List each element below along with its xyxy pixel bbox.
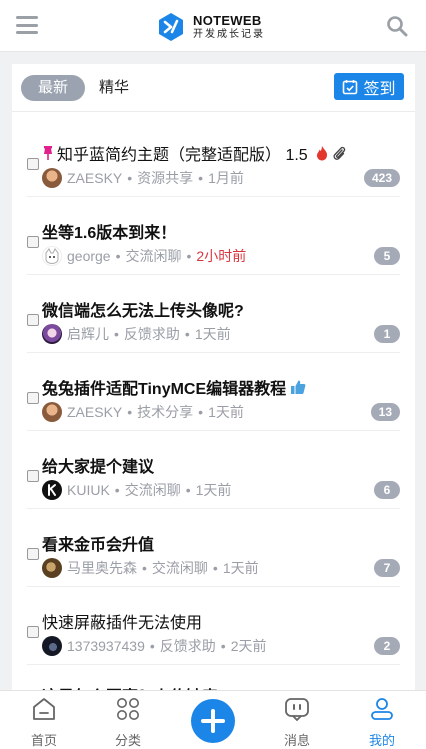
search-icon[interactable] <box>386 15 408 37</box>
topic-author[interactable]: 马里奥先森 <box>67 558 137 578</box>
topic-checkbox[interactable] <box>27 314 39 326</box>
topic-category[interactable]: 交流闲聊 <box>126 246 182 266</box>
topic-author[interactable]: 1373937439 <box>67 638 145 654</box>
topic-author[interactable]: ZAESKY <box>67 404 122 420</box>
topic-meta: 马里奥先森 • 交流闲聊 • 1天前 <box>42 558 259 578</box>
topic-title[interactable]: 微信端怎么无法上传头像呢? <box>42 297 244 321</box>
topic-title[interactable]: 知乎蓝简约主题（完整适配版） 1.5 <box>42 141 346 165</box>
avatar[interactable] <box>42 324 62 344</box>
topic-title[interactable]: 坐等1.6版本到来！ <box>42 219 176 243</box>
topic-checkbox[interactable] <box>27 470 39 482</box>
avatar[interactable] <box>42 480 62 500</box>
avatar[interactable] <box>42 636 62 656</box>
topic-checkbox[interactable] <box>27 626 39 638</box>
topic-author[interactable]: george <box>67 248 111 264</box>
topic-category[interactable]: 资源共享 <box>137 168 193 188</box>
topic-title[interactable]: 给大家提个建议 <box>42 453 154 477</box>
nav-messages[interactable]: 消息 <box>267 697 327 749</box>
avatar[interactable] <box>42 402 62 422</box>
reply-count-badge[interactable]: 2 <box>374 637 400 655</box>
topic-author[interactable]: 启辉儿 <box>67 324 109 344</box>
topic-item[interactable]: 知乎蓝简约主题（完整适配版） 1.5 ZAESKY • 资源共享 • 1月前 423 <box>27 119 400 197</box>
topic-title[interactable]: 快速屏蔽插件无法使用 <box>42 609 202 633</box>
avatar[interactable] <box>42 168 62 188</box>
topic-time: 1天前 <box>195 482 232 498</box>
topic-checkbox[interactable] <box>27 548 39 560</box>
tab-latest[interactable]: 最新 <box>21 75 85 101</box>
topic-meta: ZAESKY • 技术分享 • 1天前 <box>42 402 244 422</box>
topic-category[interactable]: 技术分享 <box>137 402 193 422</box>
pin-icon <box>44 146 52 160</box>
topic-list-card: 最新 精华 签到 知乎蓝简约主题（完整适配版） 1.5 ZAESKY • 资源共… <box>12 64 415 704</box>
topic-time: 1天前 <box>208 404 244 420</box>
topic-item[interactable]: 微信端怎么无法上传头像呢? 启辉儿 • 反馈求助 • 1天前 1 <box>27 275 400 353</box>
topic-time: 1月前 <box>208 170 244 186</box>
paperclip-icon <box>333 146 345 160</box>
user-icon <box>371 698 393 720</box>
nav-messages-label: 消息 <box>283 733 310 748</box>
reply-count-badge[interactable]: 7 <box>374 559 400 577</box>
signin-label: 签到 <box>363 80 396 98</box>
reply-count-badge[interactable]: 13 <box>370 403 400 421</box>
topic-meta: 启辉儿 • 反馈求助 • 1天前 <box>42 324 231 344</box>
new-post-button[interactable] <box>191 699 235 743</box>
topic-author[interactable]: ZAESKY <box>67 170 122 186</box>
avatar[interactable] <box>42 246 62 266</box>
topic-time: 2小时前 <box>196 248 247 264</box>
topic-meta: george • 交流闲聊 • 2小时前 <box>42 246 246 266</box>
topic-item[interactable]: 坐等1.6版本到来！ george • 交流闲聊 • 2小时前 5 <box>27 197 400 275</box>
logo-mark-icon <box>159 13 183 41</box>
topic-time: 2天前 <box>230 638 267 654</box>
topic-item[interactable]: 给大家提个建议 KUIUK • 交流闲聊 • 1天前 6 <box>27 431 400 509</box>
category-grid-icon <box>117 698 139 720</box>
nav-home-label: 首页 <box>30 733 57 748</box>
message-icon <box>285 698 309 722</box>
home-icon <box>33 698 55 720</box>
logo-title: NOTEWEB <box>193 13 262 28</box>
topic-category[interactable]: 反馈求助 <box>124 324 180 344</box>
top-bar: NOTEWEB 开发成长记录 <box>0 0 426 52</box>
topic-time: 1天前 <box>194 326 231 342</box>
reply-count-badge[interactable]: 1 <box>374 325 400 343</box>
tabs-bar: 最新 精华 签到 <box>12 64 415 112</box>
nav-mine[interactable]: 我的 <box>352 697 412 749</box>
topic-item[interactable]: 兔兔插件适配TinyMCE编辑器教程 ZAESKY • 技术分享 • 1天前 13 <box>27 353 400 431</box>
topic-item[interactable]: 快速屏蔽插件无法使用 1373937439 • 反馈求助 • 2天前 2 <box>27 587 400 665</box>
reply-count-badge[interactable]: 423 <box>363 169 400 187</box>
topic-meta: KUIUK • 交流闲聊 • 1天前 <box>42 480 231 500</box>
avatar[interactable] <box>42 558 62 578</box>
topic-title-text: 兔兔插件适配TinyMCE编辑器教程 <box>42 381 287 398</box>
topic-checkbox[interactable] <box>27 392 39 404</box>
topic-category[interactable]: 交流闲聊 <box>152 558 208 578</box>
menu-icon[interactable] <box>16 16 38 36</box>
topic-meta: 1373937439 • 反馈求助 • 2天前 <box>42 636 266 656</box>
topic-time: 1天前 <box>222 560 259 576</box>
nav-mine-label: 我的 <box>368 733 395 748</box>
logo-subtitle: 开发成长记录 <box>193 29 265 40</box>
topic-author[interactable]: KUIUK <box>67 482 110 498</box>
plus-icon <box>201 709 225 733</box>
nav-category-label: 分类 <box>114 733 141 748</box>
topic-title-text: 知乎蓝简约主题（完整适配版） 1.5 <box>57 147 308 164</box>
topic-category[interactable]: 反馈求助 <box>160 636 216 656</box>
reply-count-badge[interactable]: 5 <box>374 247 400 265</box>
topic-checkbox[interactable] <box>27 158 39 170</box>
topic-title[interactable]: 兔兔插件适配TinyMCE编辑器教程 <box>42 375 306 399</box>
topic-category[interactable]: 交流闲聊 <box>125 480 181 500</box>
topic-item[interactable]: 看来金币会升值 马里奥先森 • 交流闲聊 • 1天前 7 <box>27 509 400 587</box>
site-logo[interactable]: NOTEWEB 开发成长记录 <box>156 12 265 42</box>
nav-category[interactable]: 分类 <box>98 697 158 749</box>
fire-icon <box>316 146 327 161</box>
calendar-check-icon <box>343 79 358 94</box>
nav-home[interactable]: 首页 <box>14 697 74 749</box>
thumbs-up-icon <box>291 380 306 394</box>
topic-title[interactable]: 看来金币会升值 <box>42 531 154 555</box>
tab-featured[interactable]: 精华 <box>99 75 129 101</box>
signin-button[interactable]: 签到 <box>334 73 404 100</box>
reply-count-badge[interactable]: 6 <box>374 481 400 499</box>
topic-checkbox[interactable] <box>27 236 39 248</box>
topic-meta: ZAESKY • 资源共享 • 1月前 <box>42 168 244 188</box>
bottom-nav: 首页 分类 消息 我的 <box>0 690 426 749</box>
